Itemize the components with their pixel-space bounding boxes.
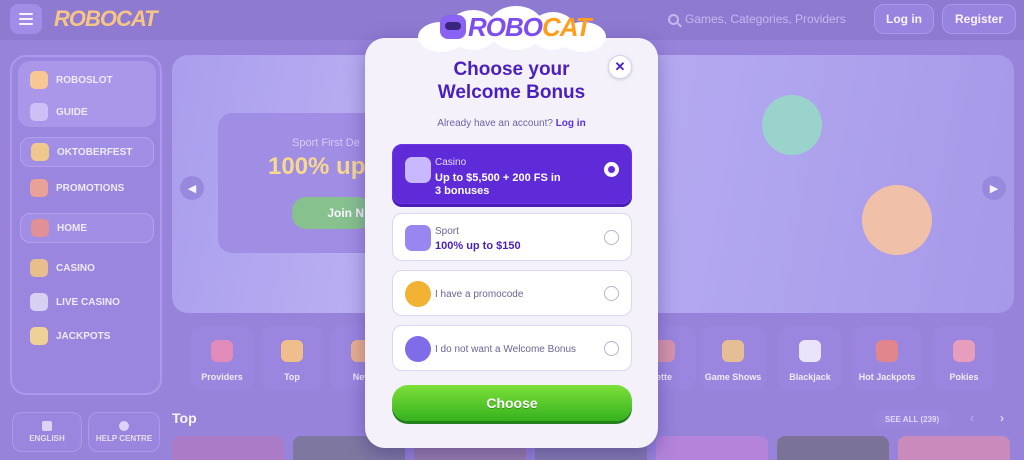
option-offer-line1: Up to $5,500 + 200 FS in bbox=[435, 172, 561, 184]
bonus-option-none[interactable]: I do not want a Welcome Bonus bbox=[392, 325, 632, 371]
option-offer-line2: 3 bonuses bbox=[435, 185, 490, 197]
radio-unselected[interactable] bbox=[604, 286, 619, 301]
login-link[interactable]: Log in bbox=[556, 118, 586, 129]
option-offer: Up to $5,500 + 200 FS in 3 bonuses bbox=[435, 172, 595, 198]
modal-logo: ROBO CAT bbox=[440, 10, 600, 44]
option-category: Sport bbox=[435, 226, 459, 237]
logo-text-robo: ROBO bbox=[468, 11, 543, 42]
bonus-option-sport[interactable]: Sport 100% up to $150 bbox=[392, 213, 632, 261]
option-offer: 100% up to $150 bbox=[435, 240, 521, 252]
shield-icon bbox=[405, 225, 431, 251]
close-icon: ✕ bbox=[614, 59, 626, 74]
radio-unselected[interactable] bbox=[604, 341, 619, 356]
choose-button[interactable]: Choose bbox=[392, 385, 632, 421]
rocket-icon bbox=[405, 336, 431, 362]
radio-selected[interactable] bbox=[604, 162, 619, 177]
option-label: I do not want a Welcome Bonus bbox=[435, 344, 577, 355]
option-label: I have a promocode bbox=[435, 289, 524, 300]
modal-title-line2: Welcome Bonus bbox=[437, 82, 586, 103]
bonus-option-promocode[interactable]: I have a promocode bbox=[392, 270, 632, 316]
close-button[interactable]: ✕ bbox=[608, 55, 632, 79]
account-prompt: Already have an account? Log in bbox=[365, 118, 658, 129]
option-category: Casino bbox=[435, 157, 467, 168]
account-prompt-text: Already have an account? bbox=[437, 118, 553, 129]
logo-text-cat: CAT bbox=[542, 11, 592, 42]
casino-chip-icon bbox=[405, 157, 431, 183]
bonus-option-casino[interactable]: Casino Up to $5,500 + 200 FS in 3 bonuse… bbox=[392, 144, 632, 204]
robot-head-icon bbox=[440, 15, 466, 39]
coins-icon bbox=[405, 281, 431, 307]
radio-unselected[interactable] bbox=[604, 230, 619, 245]
